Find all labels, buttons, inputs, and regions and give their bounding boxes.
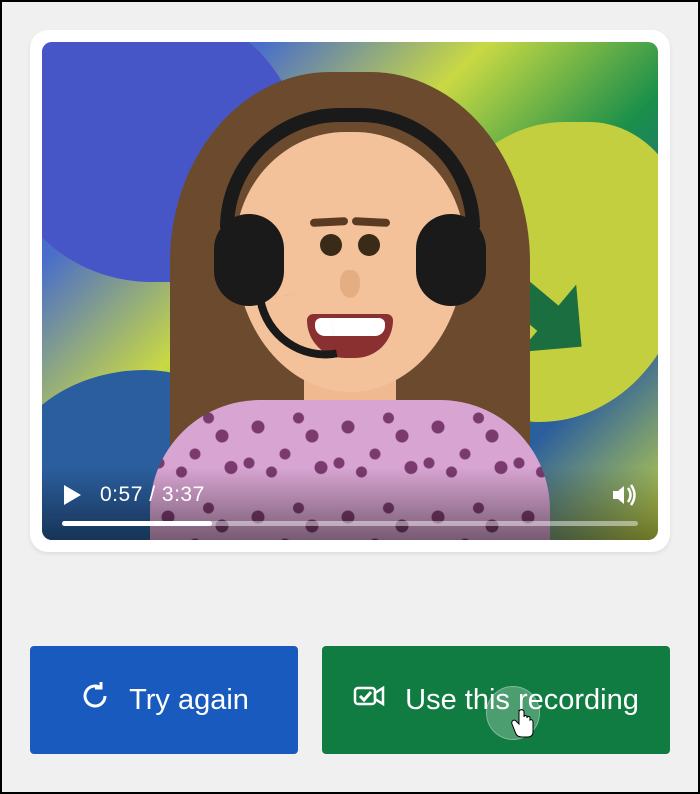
video-preview[interactable]: 0:57 / 3:37 <box>42 42 658 540</box>
video-controls: 0:57 / 3:37 <box>42 467 658 540</box>
headset-earcup <box>214 214 284 306</box>
volume-icon[interactable] <box>612 484 638 506</box>
video-progress-bar[interactable] <box>62 521 638 526</box>
video-card: 0:57 / 3:37 <box>30 30 670 552</box>
person-nose <box>340 270 360 298</box>
current-time: 0:57 <box>100 483 143 506</box>
camera-check-icon <box>353 682 387 718</box>
cursor-pointer-icon <box>510 708 536 738</box>
total-time: 3:37 <box>162 483 205 506</box>
play-icon[interactable] <box>62 484 82 506</box>
person-eye <box>358 234 380 256</box>
headset-earcup <box>416 214 486 306</box>
recording-review-panel: 0:57 / 3:37 <box>2 2 698 782</box>
time-separator: / <box>143 483 162 506</box>
person-eye <box>320 234 342 256</box>
action-button-row: Try again Use this recording <box>30 646 670 754</box>
try-again-label: Try again <box>129 684 249 717</box>
video-time-display: 0:57 / 3:37 <box>100 483 205 507</box>
video-progress-fill <box>62 521 212 526</box>
use-recording-button[interactable]: Use this recording <box>322 646 670 754</box>
retry-icon <box>79 680 111 720</box>
try-again-button[interactable]: Try again <box>30 646 298 754</box>
